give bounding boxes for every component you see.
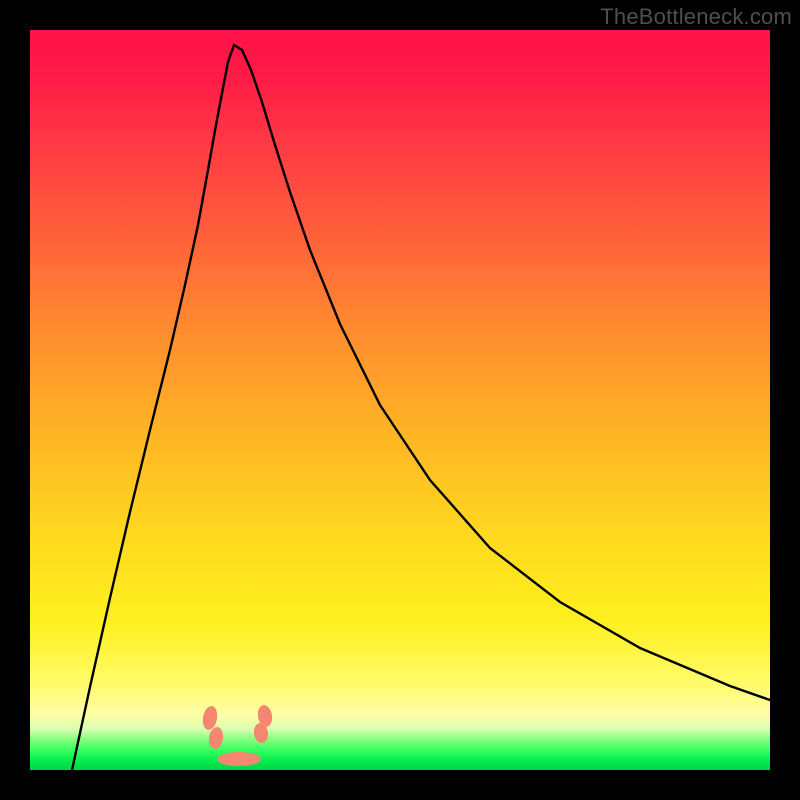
chart-frame: TheBottleneck.com [0,0,800,800]
bottom-bar [217,752,261,766]
left-lower-blob [208,726,225,750]
attribution-text: TheBottleneck.com [600,4,792,30]
curve-layer [30,30,770,770]
plot-area [30,30,770,770]
marker-blobs [201,704,274,766]
bottleneck-curve [72,45,770,770]
